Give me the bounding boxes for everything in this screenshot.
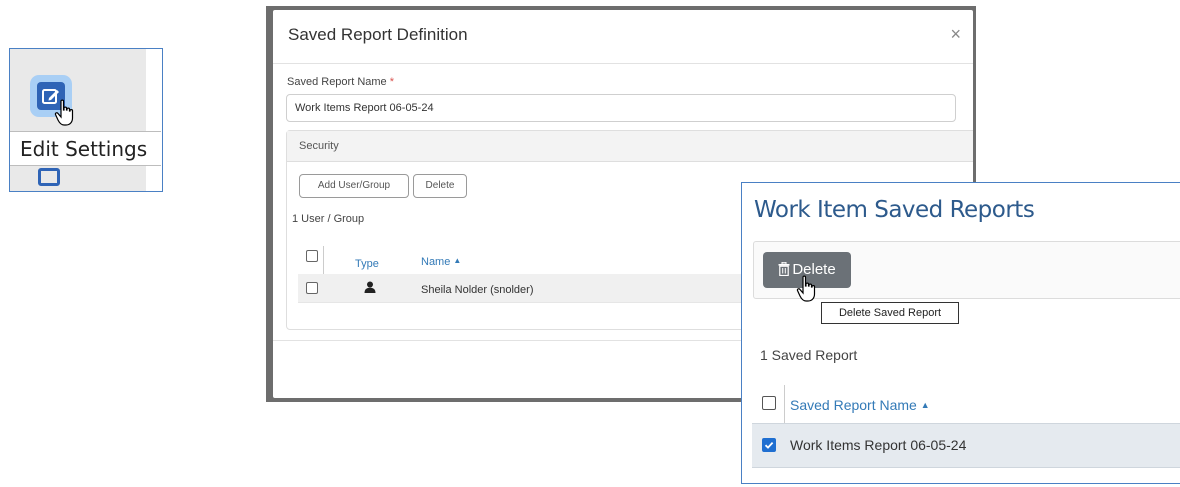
select-all-checkbox[interactable] bbox=[762, 396, 776, 410]
edit-settings-callout: Edit Settings bbox=[9, 48, 163, 192]
delete-tooltip: Delete Saved Report bbox=[821, 302, 959, 324]
user-group-count: 1 User / Group bbox=[292, 213, 365, 225]
toolbar-strip bbox=[10, 49, 146, 191]
saved-report-count: 1 Saved Report bbox=[760, 347, 858, 363]
security-heading: Security bbox=[299, 140, 339, 152]
hand-cursor-icon bbox=[796, 275, 818, 308]
close-icon[interactable]: × bbox=[950, 24, 961, 45]
name-column-header[interactable]: Name ▲ bbox=[421, 256, 461, 268]
add-user-group-button[interactable]: Add User/Group bbox=[299, 174, 409, 198]
saved-report-name-input[interactable]: Work Items Report 06-05-24 bbox=[286, 94, 956, 122]
row-checkbox-checked[interactable] bbox=[762, 438, 776, 452]
security-delete-button[interactable]: Delete bbox=[413, 174, 467, 198]
modal-title: Saved Report Definition bbox=[288, 25, 468, 44]
saved-report-name-cell: Work Items Report 06-05-24 bbox=[790, 437, 967, 453]
user-name-cell: Sheila Nolder (snolder) bbox=[421, 284, 534, 296]
edit-icon-partial bbox=[38, 168, 60, 186]
saved-report-name-column-header[interactable]: Saved Report Name ▲ bbox=[790, 397, 930, 413]
sort-asc-icon: ▲ bbox=[920, 400, 930, 410]
panel-title: Work Item Saved Reports bbox=[754, 197, 1035, 223]
edit-settings-tooltip: Edit Settings bbox=[10, 131, 161, 166]
required-asterisk: * bbox=[389, 76, 395, 88]
modal-header: Saved Report Definition × bbox=[273, 10, 973, 64]
row-checkbox[interactable] bbox=[306, 282, 318, 294]
work-item-saved-reports-panel: Work Item Saved Reports Delete Delete Sa… bbox=[741, 182, 1180, 484]
label-text: Saved Report Name bbox=[287, 76, 387, 88]
type-column-header[interactable]: Type bbox=[355, 258, 379, 270]
hand-cursor-icon bbox=[54, 99, 76, 132]
column-label: Saved Report Name bbox=[790, 397, 917, 413]
sort-asc-icon: ▲ bbox=[453, 256, 462, 265]
saved-report-name-label: Saved Report Name * bbox=[287, 76, 394, 88]
select-all-checkbox[interactable] bbox=[306, 250, 318, 262]
tooltip-text: Edit Settings bbox=[20, 137, 148, 161]
security-header: Security bbox=[287, 131, 973, 162]
trash-icon bbox=[778, 254, 790, 290]
person-icon bbox=[364, 280, 376, 298]
name-column-label: Name bbox=[421, 256, 451, 268]
